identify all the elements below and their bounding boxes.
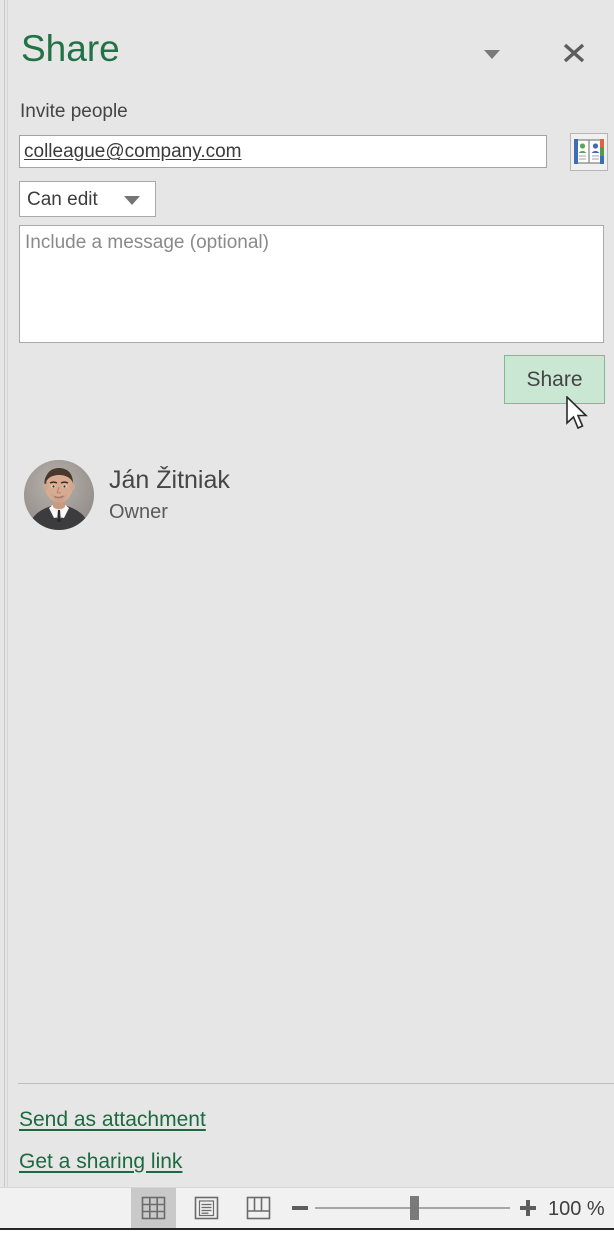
message-placeholder: Include a message (optional) — [25, 232, 269, 253]
share-button[interactable]: Share — [504, 355, 605, 404]
share-task-pane: Share Invite people colleague@company.co… — [0, 0, 614, 1187]
footer-divider — [18, 1083, 614, 1084]
address-book-icon[interactable] — [570, 133, 608, 171]
person-name: Ján Žitniak — [109, 466, 230, 494]
normal-view-button[interactable] — [131, 1188, 176, 1228]
person-role: Owner — [109, 501, 168, 523]
zoom-level-label[interactable]: 100 % — [548, 1197, 605, 1221]
page-title: Share — [21, 28, 120, 69]
zoom-slider-thumb[interactable] — [410, 1196, 419, 1220]
zoom-out-button[interactable] — [291, 1200, 309, 1216]
page-break-icon — [246, 1196, 271, 1220]
pane-splitter[interactable] — [4, 0, 5, 1187]
get-sharing-link-link[interactable]: Get a sharing link — [19, 1149, 182, 1175]
message-input[interactable]: Include a message (optional) — [19, 225, 604, 343]
invite-people-label: Invite people — [20, 101, 128, 122]
close-icon[interactable] — [558, 38, 590, 68]
invite-email-row: colleague@company.com — [19, 133, 614, 171]
page-lines-icon — [194, 1196, 219, 1220]
share-button-label: Share — [526, 368, 583, 391]
chevron-down-icon[interactable] — [478, 42, 506, 66]
email-recipient-value: colleague@company.com — [24, 141, 242, 162]
zoom-in-button[interactable] — [518, 1197, 538, 1219]
send-as-attachment-link[interactable]: Send as attachment — [19, 1107, 206, 1133]
page-break-preview-button[interactable] — [236, 1188, 281, 1228]
page-layout-view-button[interactable] — [184, 1188, 229, 1228]
pane-header: Share — [0, 0, 614, 88]
email-input[interactable]: colleague@company.com — [19, 135, 547, 168]
grid-icon — [141, 1196, 166, 1220]
permission-selected-value: Can edit — [27, 189, 98, 210]
list-item[interactable]: Ján Žitniak Owner — [24, 460, 424, 532]
permission-dropdown[interactable]: Can edit — [19, 181, 156, 217]
chevron-down-icon — [124, 196, 140, 205]
pane-splitter-inner — [7, 0, 8, 1187]
avatar — [24, 460, 94, 530]
